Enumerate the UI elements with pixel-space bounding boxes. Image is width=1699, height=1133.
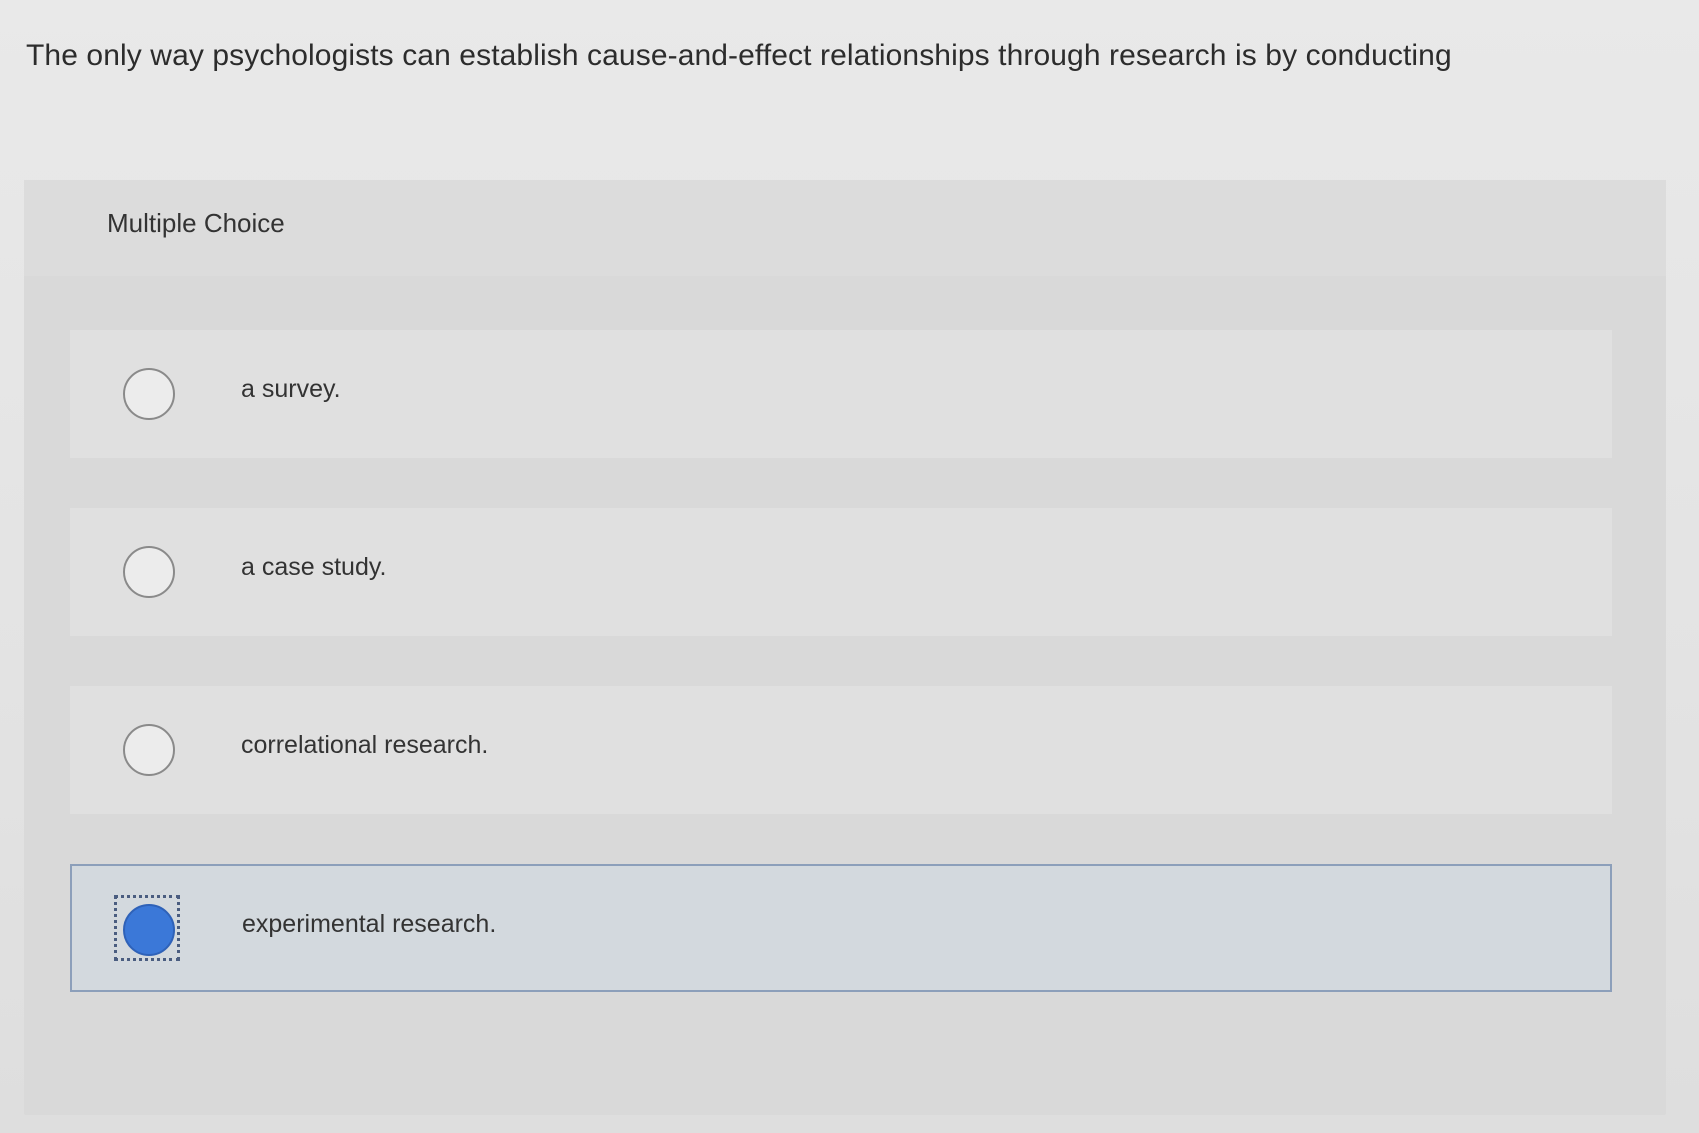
answer-label: experimental research. (242, 910, 497, 938)
answer-label: correlational research. (241, 731, 489, 759)
radio-button[interactable] (123, 368, 175, 420)
radio-button[interactable] (123, 724, 175, 776)
radio-button[interactable] (123, 546, 175, 598)
answer-options: a survey. a case study. correlational re… (70, 330, 1612, 1042)
multiple-choice-panel: Multiple Choice a survey. a case study. … (24, 180, 1666, 1115)
radio-focus-outline (114, 895, 180, 961)
question-type-label: Multiple Choice (107, 208, 285, 238)
question-text: The only way psychologists can establish… (26, 39, 1452, 72)
panel-header: Multiple Choice (24, 180, 1666, 276)
radio-button-selected[interactable] (123, 904, 175, 956)
answer-option-case-study[interactable]: a case study. (70, 508, 1612, 636)
answer-option-correlational-research[interactable]: correlational research. (70, 686, 1612, 814)
answer-option-survey[interactable]: a survey. (70, 330, 1612, 458)
answer-option-experimental-research[interactable]: experimental research. (70, 864, 1612, 992)
answer-label: a survey. (241, 375, 341, 403)
answer-label: a case study. (241, 553, 387, 581)
